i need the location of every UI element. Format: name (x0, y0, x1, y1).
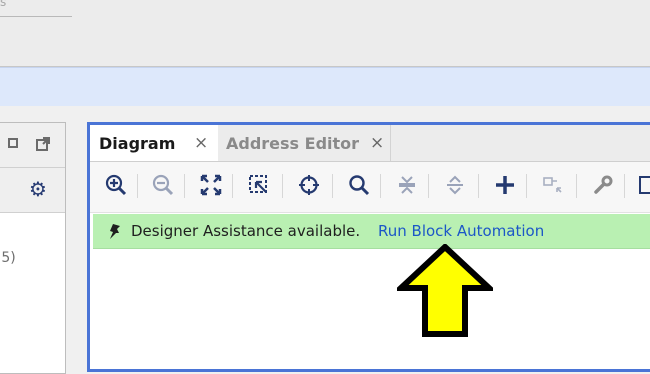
search-icon[interactable] (346, 172, 372, 198)
yellow-arrow-annotation (393, 242, 497, 338)
toolbar-separator (428, 174, 429, 198)
toolbar-separator (478, 174, 479, 198)
settings-wrench-icon[interactable] (590, 172, 616, 198)
toolbar-separator (137, 174, 138, 198)
expand-icon[interactable] (442, 172, 468, 198)
tab-address-editor-label: Address Editor (226, 134, 360, 153)
add-ip-icon[interactable] (492, 172, 518, 198)
fit-to-view-icon[interactable] (198, 172, 224, 198)
zoom-out-icon[interactable] (150, 172, 176, 198)
toolbar-separator (332, 174, 333, 198)
info-banner (0, 67, 650, 107)
tab-diagram[interactable]: Diagram × (90, 125, 219, 161)
gear-icon[interactable]: ⚙ (29, 179, 47, 199)
top-bar: s (0, 0, 650, 67)
collapse-icon[interactable] (394, 172, 420, 198)
zoom-to-selection-icon[interactable] (246, 172, 272, 198)
close-icon[interactable]: × (370, 133, 384, 153)
tab-bar: Diagram × Address Editor × (90, 125, 650, 162)
toolbar-separator (624, 174, 625, 198)
left-panel-header (0, 123, 65, 168)
close-icon[interactable]: × (194, 133, 208, 153)
validate-icon[interactable] (635, 172, 650, 198)
center-icon[interactable] (296, 172, 322, 198)
top-divider (0, 16, 72, 17)
restore-icon[interactable] (8, 138, 18, 148)
left-panel-toolbar: ⚙ (0, 168, 65, 213)
tab-address-editor[interactable]: Address Editor × (218, 125, 391, 161)
designer-assistance-bar: Designer Assistance available. Run Block… (93, 214, 650, 249)
left-panel-item-text: 5.5) (0, 250, 16, 266)
tab-diagram-label: Diagram (99, 134, 176, 153)
zoom-in-icon[interactable] (103, 172, 129, 198)
float-window-icon[interactable] (35, 136, 51, 156)
left-panel: ⚙ 5.5) (0, 122, 66, 374)
assistance-text: Designer Assistance available. (131, 222, 361, 240)
toolbar-separator (526, 174, 527, 198)
toolbar-separator (232, 174, 233, 198)
run-block-automation-link[interactable]: Run Block Automation (378, 222, 544, 240)
add-port-icon[interactable] (540, 172, 566, 198)
toolbar-separator (380, 174, 381, 198)
pin-icon (107, 222, 123, 244)
top-partial-label: s (0, 0, 7, 9)
diagram-panel: Diagram × Address Editor × Designer Assi… (87, 122, 650, 372)
toolbar-separator (576, 174, 577, 198)
diagram-toolbar (90, 162, 650, 213)
toolbar-separator (282, 174, 283, 198)
toolbar-separator (184, 174, 185, 198)
